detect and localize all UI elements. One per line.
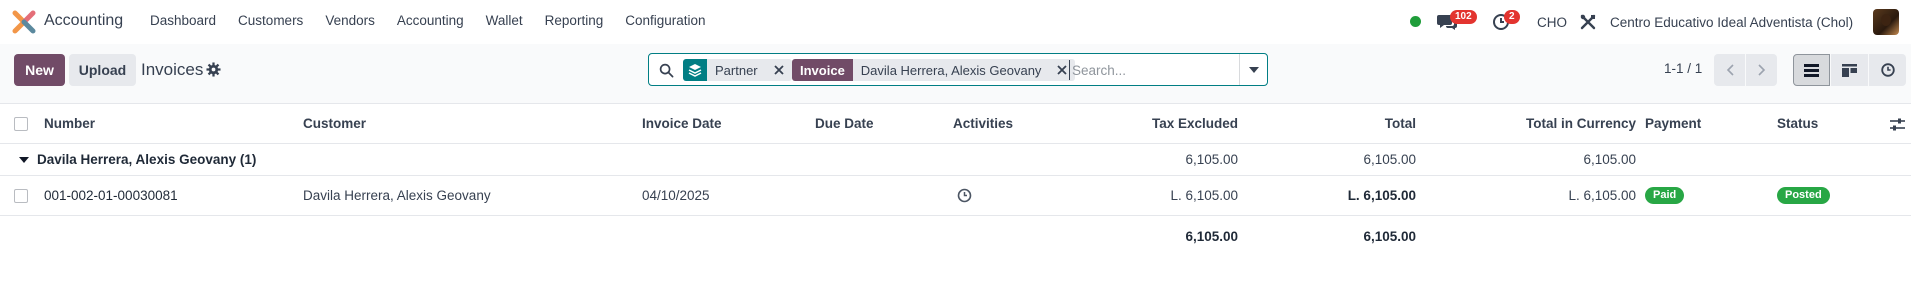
column-header-number[interactable]: Number xyxy=(44,104,95,143)
group-label[interactable]: Davila Herrera, Alexis Geovany (1) xyxy=(19,144,256,175)
accounting-app-icon[interactable] xyxy=(12,10,36,34)
user-avatar[interactable] xyxy=(1873,9,1899,35)
invoices-table: Number Customer Invoice Date Due Date Ac… xyxy=(0,103,1911,283)
row-checkbox[interactable] xyxy=(14,189,28,203)
search-options-toggle[interactable] xyxy=(1239,54,1267,85)
column-header-total-in-currency[interactable]: Total in Currency xyxy=(1430,104,1636,143)
caret-down-icon xyxy=(1248,66,1259,73)
invoice-total: L. 6,105.00 xyxy=(1347,188,1416,203)
pager-value[interactable]: 1-1 / 1 xyxy=(1664,61,1702,76)
kanban-view-button[interactable] xyxy=(1831,54,1868,86)
column-header-total[interactable]: Total xyxy=(1250,104,1416,143)
company-switcher[interactable]: Centro Educativo Ideal Adventista (Chol) xyxy=(1610,15,1853,30)
menu-item-wallet[interactable]: Wallet xyxy=(486,13,523,28)
footer-tax-excluded-sum: 6,105.00 xyxy=(1185,228,1238,244)
activity-view-button[interactable] xyxy=(1869,54,1906,86)
main-menu: Dashboard Customers Vendors Accounting W… xyxy=(150,13,728,28)
messages-count-badge: 102 xyxy=(1450,10,1477,24)
column-header-tax-excluded[interactable]: Tax Excluded xyxy=(1060,104,1238,143)
select-all-checkbox[interactable] xyxy=(14,117,28,131)
payment-status-label: Paid xyxy=(1645,187,1685,204)
pager-next-button[interactable] xyxy=(1746,54,1777,86)
group-tax-excluded: 6,105.00 xyxy=(1185,152,1238,167)
menu-item-dashboard[interactable]: Dashboard xyxy=(150,13,216,28)
column-header-due-date[interactable]: Due Date xyxy=(815,104,874,143)
search-facet-invoice[interactable]: Invoice Davila Herrera, Alexis Geovany xyxy=(792,59,1076,81)
company-code[interactable]: CHO xyxy=(1537,15,1567,30)
menu-item-reporting[interactable]: Reporting xyxy=(545,13,604,28)
search-bar[interactable]: Partner Invoice Davila Herrera, Alexis G… xyxy=(648,53,1268,86)
new-button[interactable]: New xyxy=(14,54,65,86)
invoice-tax-excluded: L. 6,105.00 xyxy=(1170,188,1238,203)
gear-icon[interactable] xyxy=(206,62,221,77)
status-badge: Posted xyxy=(1777,176,1830,215)
group-name: Davila Herrera, Alexis Geovany (1) xyxy=(37,152,257,167)
presence-status-dot xyxy=(1410,16,1421,27)
invoice-date: 04/10/2025 xyxy=(642,188,710,203)
menu-item-accounting[interactable]: Accounting xyxy=(397,13,464,28)
list-view-button[interactable] xyxy=(1793,54,1830,86)
layers-icon xyxy=(683,59,707,81)
chevron-left-icon xyxy=(1726,64,1734,76)
chevron-right-icon xyxy=(1757,64,1765,76)
optional-columns-sliders-icon[interactable] xyxy=(1890,118,1905,131)
app-name[interactable]: Accounting xyxy=(44,12,123,30)
menu-item-configuration[interactable]: Configuration xyxy=(625,13,705,28)
search-facet-value: Partner xyxy=(707,59,766,81)
search-facet-value: Davila Herrera, Alexis Geovany xyxy=(852,59,1050,81)
list-view-icon xyxy=(1804,63,1819,77)
table-footer-row: 6,105.00 6,105.00 xyxy=(0,216,1911,256)
remove-facet-close-icon[interactable] xyxy=(765,59,792,81)
column-header-customer[interactable]: Customer xyxy=(303,104,366,143)
activities-count-badge: 2 xyxy=(1504,10,1520,24)
column-header-invoice-date[interactable]: Invoice Date xyxy=(642,104,722,143)
schedule-activity-clock-icon[interactable] xyxy=(957,176,972,215)
search-facet-label: Invoice xyxy=(792,59,853,81)
group-total: 6,105.00 xyxy=(1363,152,1416,167)
menu-item-vendors[interactable]: Vendors xyxy=(325,13,375,28)
column-header-status[interactable]: Status xyxy=(1777,104,1818,143)
invoice-number: 001-002-01-00030081 xyxy=(44,188,178,203)
payment-status-badge: Paid xyxy=(1645,176,1685,215)
search-icon xyxy=(659,63,674,78)
page-title: Invoices xyxy=(141,60,204,79)
pager-previous-button[interactable] xyxy=(1714,54,1745,86)
search-facet-partner[interactable]: Partner xyxy=(683,59,792,81)
invoice-total-in-currency: L. 6,105.00 xyxy=(1568,188,1636,203)
debug-tools-icon[interactable] xyxy=(1580,14,1596,30)
status-label: Posted xyxy=(1777,187,1830,204)
invoice-customer: Davila Herrera, Alexis Geovany xyxy=(303,188,491,203)
caret-down-icon xyxy=(19,156,29,163)
top-navbar: Accounting Dashboard Customers Vendors A… xyxy=(0,0,1911,44)
search-input[interactable] xyxy=(1069,60,1229,80)
group-row[interactable]: Davila Herrera, Alexis Geovany (1) 6,105… xyxy=(0,144,1911,176)
column-header-activities[interactable]: Activities xyxy=(953,104,1013,143)
column-header-payment[interactable]: Payment xyxy=(1645,104,1701,143)
table-header-row: Number Customer Invoice Date Due Date Ac… xyxy=(0,104,1911,144)
kanban-view-icon xyxy=(1842,63,1857,77)
footer-total-sum: 6,105.00 xyxy=(1363,228,1416,244)
clock-icon xyxy=(1880,63,1895,77)
menu-item-customers[interactable]: Customers xyxy=(238,13,303,28)
group-total-in-currency: 6,105.00 xyxy=(1583,152,1636,167)
upload-button[interactable]: Upload xyxy=(69,54,136,86)
table-row[interactable]: 001-002-01-00030081 Davila Herrera, Alex… xyxy=(0,176,1911,216)
